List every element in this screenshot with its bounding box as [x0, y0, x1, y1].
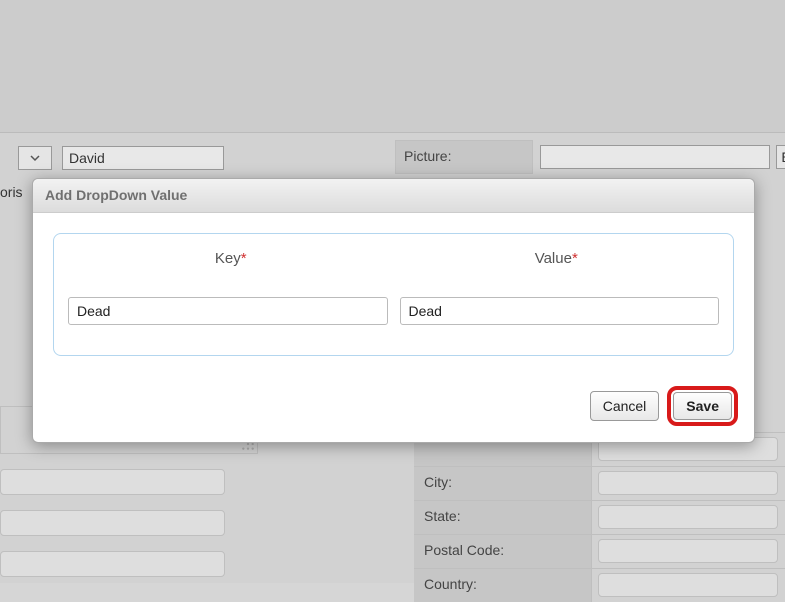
cancel-button[interactable]: Cancel [590, 391, 660, 421]
save-button[interactable]: Save [673, 392, 732, 420]
modal-title: Add DropDown Value [33, 179, 754, 213]
value-required-mark: * [572, 250, 578, 267]
modal-panel: Key* Value* [53, 233, 734, 356]
key-required-mark: * [241, 250, 247, 267]
key-input[interactable] [68, 297, 388, 325]
value-input[interactable] [400, 297, 720, 325]
save-highlight: Save [667, 386, 738, 426]
key-column-header: Key* [68, 246, 394, 291]
modal-footer: Cancel Save [33, 376, 754, 442]
value-column-header: Value* [394, 246, 720, 291]
add-dropdown-value-modal: Add DropDown Value Key* Value* Cancel [32, 178, 755, 443]
modal-overlay: Add DropDown Value Key* Value* Cancel [0, 0, 785, 583]
value-label: Value [535, 250, 572, 267]
key-label: Key [215, 250, 241, 267]
